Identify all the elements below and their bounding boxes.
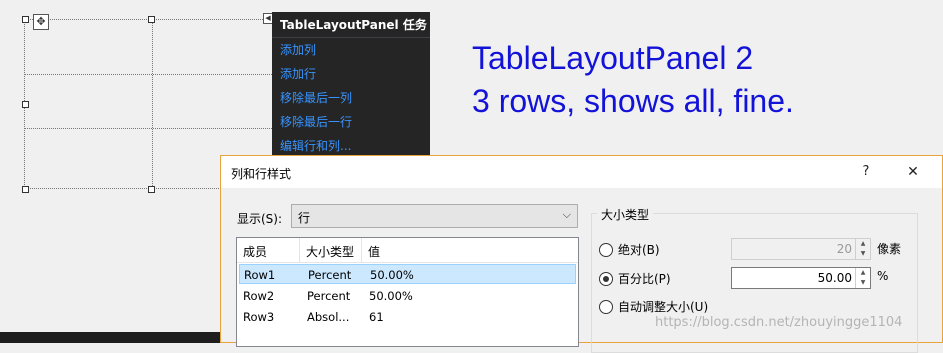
annotation-line-1: TableLayoutPanel 2 bbox=[472, 40, 754, 76]
edit-rows-columns-link[interactable]: 编辑行和列... bbox=[280, 137, 351, 154]
show-select[interactable]: 行 ⌵ bbox=[291, 204, 578, 228]
cell-value: 50.00% bbox=[370, 268, 414, 282]
resize-grip[interactable] bbox=[148, 186, 155, 193]
chevron-down-icon: ⌵ bbox=[562, 208, 571, 221]
cell-size-type: Absol... bbox=[307, 310, 350, 324]
absolute-value-input: 20 ▲ ▼ bbox=[731, 238, 871, 260]
autosize-radio-label[interactable]: 自动调整大小(U) bbox=[618, 298, 708, 315]
list-item-row1[interactable]: Row1 Percent 50.00% bbox=[239, 264, 576, 284]
cell-size-type: Percent bbox=[308, 268, 352, 282]
dialog-title: 列和行样式 bbox=[231, 167, 292, 181]
resize-grip[interactable] bbox=[22, 16, 29, 23]
absolute-radio-button[interactable] bbox=[599, 243, 613, 257]
cell-member: Row2 bbox=[243, 289, 275, 303]
percent-radio-button[interactable] bbox=[599, 272, 613, 286]
task-panel: TableLayoutPanel 任务 添加列 添加行 移除最后一列 移除最后一… bbox=[272, 12, 430, 162]
cell-value: 50.00% bbox=[369, 289, 413, 303]
close-button[interactable]: ✕ bbox=[900, 160, 926, 184]
add-column-link[interactable]: 添加列 bbox=[280, 41, 316, 58]
size-type-group-label: 大小类型 bbox=[597, 206, 654, 223]
column-header-size-type[interactable]: 大小类型 bbox=[306, 243, 354, 260]
absolute-radio-label[interactable]: 绝对(B) bbox=[618, 241, 660, 258]
absolute-value: 20 bbox=[836, 242, 852, 256]
column-header-member[interactable]: 成员 bbox=[243, 243, 267, 260]
percent-radio-label[interactable]: 百分比(P) bbox=[618, 270, 671, 287]
resize-grip[interactable] bbox=[22, 101, 29, 108]
annotation-line-2: 3 rows, shows all, fine. bbox=[472, 83, 794, 119]
remove-last-row-link[interactable]: 移除最后一行 bbox=[280, 113, 352, 130]
list-item-row3[interactable]: Row3 Absol... 61 bbox=[239, 307, 576, 327]
percent-value: 50.00 bbox=[817, 271, 852, 285]
column-divider[interactable] bbox=[299, 238, 300, 262]
show-label: 显示(S): bbox=[237, 212, 283, 226]
cell-member: Row1 bbox=[244, 268, 276, 282]
column-divider[interactable] bbox=[361, 238, 362, 262]
percent-value-input[interactable]: 50.00 ▲ ▼ bbox=[731, 267, 871, 289]
spin-buttons: ▲ ▼ bbox=[855, 239, 870, 259]
pixel-unit-label: 像素 bbox=[877, 242, 902, 256]
autosize-radio-button[interactable] bbox=[599, 300, 613, 314]
remove-last-column-link[interactable]: 移除最后一列 bbox=[280, 89, 352, 106]
dialog-titlebar: 列和行样式 ? ✕ bbox=[221, 156, 942, 188]
column-divider bbox=[152, 20, 153, 188]
help-button[interactable]: ? bbox=[853, 160, 879, 184]
cell-size-type: Percent bbox=[307, 289, 351, 303]
list-header: 成员 大小类型 值 bbox=[237, 238, 578, 263]
spin-buttons[interactable]: ▲ ▼ bbox=[855, 268, 870, 288]
cell-member: Row3 bbox=[243, 310, 275, 324]
percent-unit-label: % bbox=[877, 269, 889, 283]
divider bbox=[272, 37, 430, 38]
resize-grip[interactable] bbox=[148, 16, 155, 23]
task-panel-title: TableLayoutPanel 任务 bbox=[280, 18, 427, 32]
move-icon[interactable]: ✥ bbox=[33, 14, 49, 30]
column-header-value[interactable]: 值 bbox=[368, 243, 380, 260]
members-list[interactable]: 成员 大小类型 值 Row1 Percent 50.00% Row2 Perce… bbox=[236, 237, 579, 347]
resize-grip[interactable] bbox=[22, 186, 29, 193]
show-select-value: 行 bbox=[298, 211, 311, 225]
list-item-row2[interactable]: Row2 Percent 50.00% bbox=[239, 286, 576, 306]
cell-value: 61 bbox=[369, 310, 384, 324]
add-row-link[interactable]: 添加行 bbox=[280, 65, 316, 82]
watermark: https://blog.csdn.net/zhouyingge1104 bbox=[655, 315, 903, 330]
